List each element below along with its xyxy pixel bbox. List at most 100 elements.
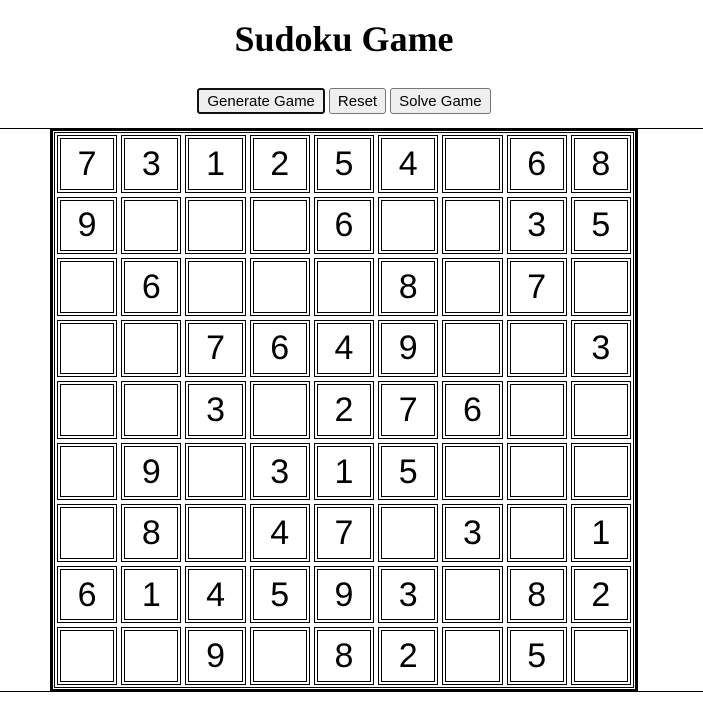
cell-value (573, 261, 628, 313)
sudoku-cell[interactable]: 9 (313, 565, 375, 624)
sudoku-cell[interactable]: 7 (506, 258, 567, 316)
sudoku-cell[interactable] (570, 627, 631, 685)
sudoku-cell[interactable]: 1 (570, 504, 631, 562)
sudoku-cell[interactable]: 6 (57, 565, 118, 624)
sudoku-cell[interactable] (249, 381, 310, 439)
sudoku-cell[interactable]: 6 (506, 135, 567, 193)
cell-value: 8 (509, 568, 564, 621)
solve-game-button[interactable]: Solve Game (390, 88, 491, 114)
sudoku-cell[interactable] (570, 381, 631, 439)
sudoku-cell[interactable] (442, 196, 503, 255)
sudoku-cell[interactable]: 4 (249, 504, 310, 562)
sudoku-cell[interactable]: 2 (249, 135, 310, 193)
sudoku-cell[interactable] (121, 196, 182, 255)
sudoku-cell[interactable] (570, 442, 631, 501)
cell-value: 9 (188, 630, 243, 682)
cell-value: 5 (252, 568, 307, 621)
sudoku-cell[interactable]: 3 (506, 196, 567, 255)
sudoku-cell[interactable] (121, 627, 182, 685)
sudoku-cell[interactable] (121, 381, 182, 439)
sudoku-cell[interactable] (185, 196, 246, 255)
sudoku-cell[interactable] (57, 627, 118, 685)
sudoku-cell[interactable]: 3 (570, 319, 631, 378)
sudoku-cell[interactable]: 6 (313, 196, 375, 255)
sudoku-cell[interactable]: 6 (249, 319, 310, 378)
reset-button[interactable]: Reset (328, 88, 387, 114)
sudoku-cell[interactable]: 3 (442, 504, 503, 562)
sudoku-cell[interactable] (57, 319, 118, 378)
sudoku-cell[interactable]: 7 (313, 504, 375, 562)
sudoku-cell[interactable] (185, 258, 246, 316)
sudoku-cell[interactable] (442, 627, 503, 685)
sudoku-cell[interactable] (121, 319, 182, 378)
generate-game-button[interactable]: Generate Game (197, 88, 325, 114)
cell-value (445, 322, 500, 375)
cell-value: 8 (124, 507, 179, 559)
sudoku-cell[interactable] (506, 442, 567, 501)
cell-value (60, 322, 115, 375)
sudoku-cell[interactable] (378, 504, 439, 562)
sudoku-cell[interactable]: 3 (185, 381, 246, 439)
sudoku-cell[interactable]: 9 (121, 442, 182, 501)
sudoku-cell[interactable] (442, 442, 503, 501)
sudoku-cell[interactable]: 3 (121, 135, 182, 193)
sudoku-cell[interactable]: 5 (570, 196, 631, 255)
cell-value: 6 (445, 384, 500, 436)
sudoku-cell[interactable]: 5 (249, 565, 310, 624)
sudoku-cell[interactable] (442, 135, 503, 193)
sudoku-cell[interactable]: 1 (185, 135, 246, 193)
sudoku-cell[interactable]: 7 (378, 381, 439, 439)
sudoku-cell[interactable]: 8 (506, 565, 567, 624)
sudoku-cell[interactable]: 8 (378, 258, 439, 316)
sudoku-cell[interactable]: 9 (378, 319, 439, 378)
sudoku-cell[interactable]: 3 (249, 442, 310, 501)
sudoku-cell[interactable]: 9 (185, 627, 246, 685)
sudoku-cell[interactable]: 6 (442, 381, 503, 439)
sudoku-cell[interactable]: 5 (506, 627, 567, 685)
cell-value: 5 (316, 138, 372, 190)
sudoku-cell[interactable]: 4 (313, 319, 375, 378)
sudoku-cell[interactable] (57, 442, 118, 501)
sudoku-cell[interactable] (185, 442, 246, 501)
sudoku-cell[interactable]: 2 (570, 565, 631, 624)
sudoku-cell[interactable]: 8 (313, 627, 375, 685)
sudoku-cell[interactable] (185, 504, 246, 562)
sudoku-cell[interactable] (442, 258, 503, 316)
cell-value (381, 199, 436, 252)
sudoku-cell[interactable]: 1 (313, 442, 375, 501)
cell-value (60, 261, 115, 313)
sudoku-cell[interactable] (57, 504, 118, 562)
sudoku-cell[interactable]: 9 (57, 196, 118, 255)
sudoku-cell[interactable] (506, 319, 567, 378)
sudoku-cell[interactable]: 2 (378, 627, 439, 685)
sudoku-cell[interactable]: 1 (121, 565, 182, 624)
sudoku-cell[interactable] (570, 258, 631, 316)
sudoku-cell[interactable]: 8 (570, 135, 631, 193)
sudoku-cell[interactable]: 5 (313, 135, 375, 193)
cell-value (124, 630, 179, 682)
sudoku-cell[interactable]: 7 (57, 135, 118, 193)
sudoku-cell[interactable]: 4 (378, 135, 439, 193)
sudoku-cell[interactable]: 3 (378, 565, 439, 624)
sudoku-cell[interactable] (57, 258, 118, 316)
sudoku-cell[interactable] (506, 381, 567, 439)
sudoku-cell[interactable]: 2 (313, 381, 375, 439)
sudoku-cell[interactable]: 6 (121, 258, 182, 316)
sudoku-cell[interactable] (313, 258, 375, 316)
cell-value (509, 322, 564, 375)
sudoku-cell[interactable]: 5 (378, 442, 439, 501)
sudoku-cell[interactable] (249, 258, 310, 316)
sudoku-cell[interactable]: 4 (185, 565, 246, 624)
sudoku-cell[interactable] (442, 565, 503, 624)
controls-bar: Generate Game Reset Solve Game (0, 88, 688, 114)
cell-value: 4 (252, 507, 307, 559)
sudoku-cell[interactable] (57, 381, 118, 439)
sudoku-cell[interactable] (249, 627, 310, 685)
sudoku-cell[interactable] (506, 504, 567, 562)
sudoku-cell[interactable] (378, 196, 439, 255)
cell-value: 4 (316, 322, 372, 375)
sudoku-cell[interactable]: 7 (185, 319, 246, 378)
sudoku-cell[interactable] (442, 319, 503, 378)
sudoku-cell[interactable] (249, 196, 310, 255)
sudoku-cell[interactable]: 8 (121, 504, 182, 562)
